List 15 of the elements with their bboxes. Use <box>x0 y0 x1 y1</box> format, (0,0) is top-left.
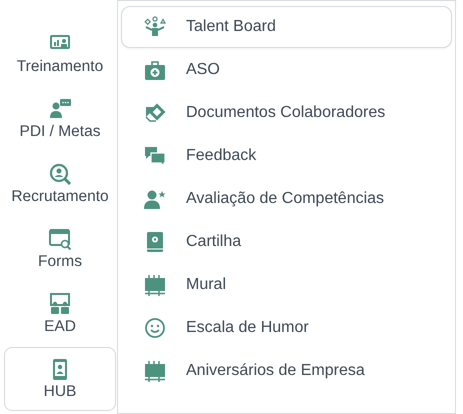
nav-item[interactable]: EAD <box>4 282 116 346</box>
menu-item[interactable]: Documentos Colaboradores <box>121 92 452 134</box>
nav-item[interactable]: HUB <box>4 347 116 411</box>
menu-item[interactable]: Cartilha <box>121 221 452 263</box>
menu-item[interactable]: Mural <box>121 264 452 306</box>
nav-item[interactable]: Forms <box>4 217 116 281</box>
nav-item[interactable]: Recrutamento <box>4 152 116 216</box>
menu-item[interactable]: Talent Board <box>121 6 452 48</box>
menu-item[interactable]: Avaliação de Competências <box>121 178 452 220</box>
menu-item[interactable]: Escala de Humor <box>121 307 452 349</box>
nav-item[interactable]: PDI / Metas <box>4 87 116 151</box>
menu-item[interactable]: Feedback <box>121 135 452 177</box>
menu-item[interactable]: Aniversários de Empresa <box>121 350 452 392</box>
nav-item[interactable]: Treinamento <box>4 22 116 86</box>
menu-item[interactable]: ASO <box>121 49 452 91</box>
